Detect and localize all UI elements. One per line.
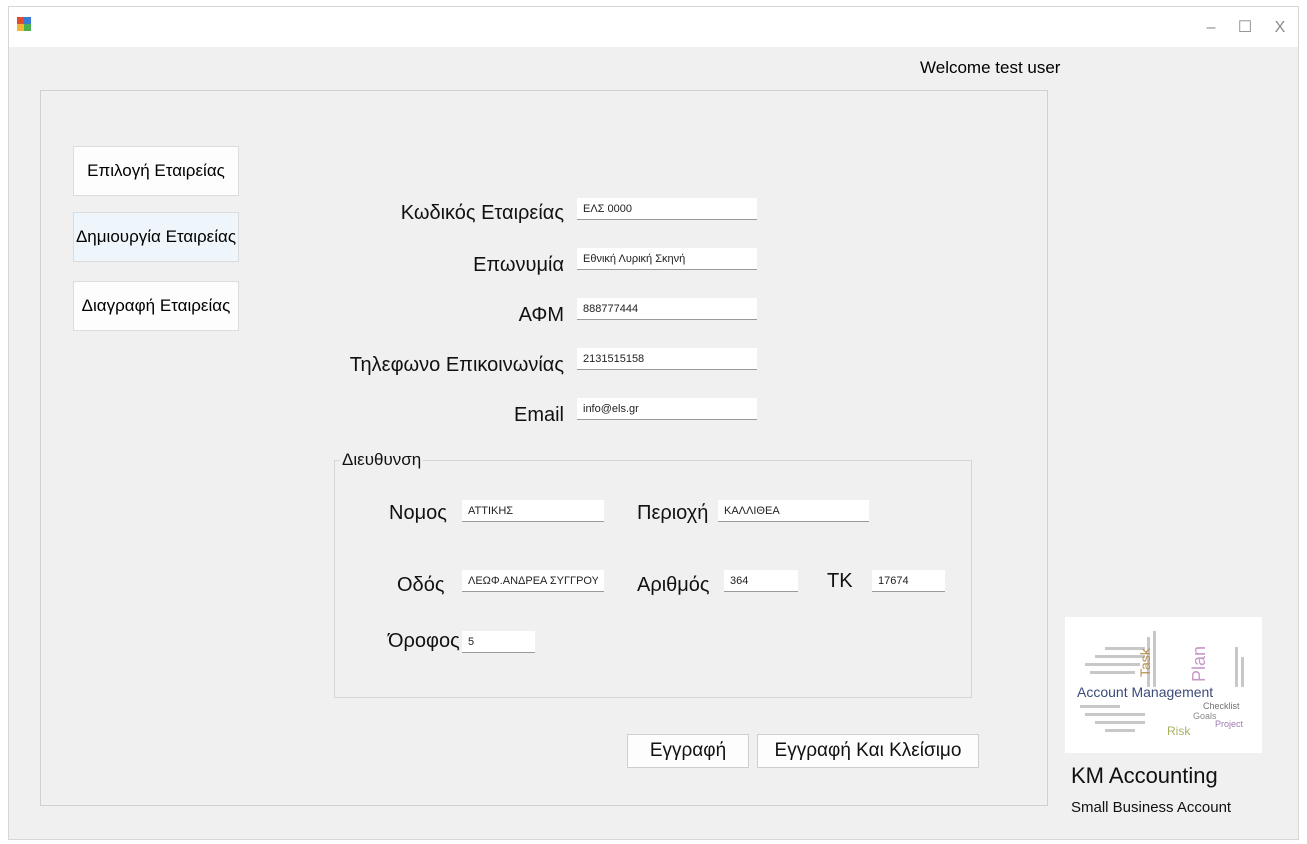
perioxi-label: Περιοχή [637, 502, 709, 524]
maximize-button[interactable]: ☐ [1225, 15, 1265, 41]
company-name-input[interactable] [577, 248, 757, 270]
arithmos-input[interactable] [724, 570, 798, 592]
tk-input[interactable] [872, 570, 945, 592]
account-management-logo: Task Plan Account Management Checklist G… [1065, 617, 1262, 753]
close-button[interactable]: X [1260, 15, 1300, 41]
company-code-label: Κωδικός Εταιρείας [400, 202, 564, 224]
afm-label: ΑΦΜ [518, 304, 564, 326]
delete-company-button[interactable]: Διαγραφή Εταιρείας [73, 281, 239, 331]
logo-word-main: Account Management [1077, 684, 1213, 700]
email-input[interactable] [577, 398, 757, 420]
perioxi-input[interactable] [718, 500, 869, 522]
logo-word-risk: Risk [1167, 724, 1191, 738]
logo-word-checklist: Checklist [1203, 701, 1240, 711]
nomos-input[interactable] [462, 500, 604, 522]
nomos-label: Νομος [389, 502, 447, 524]
word-cloud-image: Task Plan Account Management Checklist G… [1077, 631, 1244, 738]
brand-title: KM Accounting [1071, 763, 1218, 788]
select-company-button[interactable]: Επιλογή Εταιρείας [73, 146, 239, 196]
phone-label: Τηλεφωνο Επικοινωνίας [349, 354, 564, 376]
odos-label: Οδός [397, 574, 445, 596]
create-company-button[interactable]: Δημιουργία Εταιρείας [73, 212, 239, 262]
welcome-text: Welcome test user [920, 58, 1061, 77]
logo-word-plan: Plan [1189, 646, 1209, 682]
phone-input[interactable] [577, 348, 757, 370]
arithmos-label: Αριθμός [637, 574, 710, 596]
company-name-label: Επωνυμία [473, 254, 564, 276]
logo-word-task: Task [1137, 647, 1153, 677]
logo-word-project: Project [1215, 719, 1244, 729]
afm-input[interactable] [577, 298, 757, 320]
logo-word-goals: Goals [1193, 711, 1217, 721]
save-and-close-button[interactable]: Εγγραφή Και Κλείσιμο [757, 734, 979, 768]
email-label: Email [513, 404, 564, 426]
title-bar: – ☐ X [9, 7, 1298, 47]
orofos-input[interactable] [462, 631, 535, 653]
main-panel [40, 90, 1048, 806]
odos-input[interactable] [462, 570, 604, 592]
save-button[interactable]: Εγγραφή [627, 734, 749, 768]
tk-label: ΤΚ [827, 570, 853, 592]
orofos-label: Όροφος [388, 630, 460, 652]
address-group-title: Διευθυνση [340, 450, 424, 470]
app-icon [17, 17, 31, 31]
company-code-input[interactable] [577, 198, 757, 220]
brand-subtitle: Small Business Account [1071, 799, 1232, 816]
